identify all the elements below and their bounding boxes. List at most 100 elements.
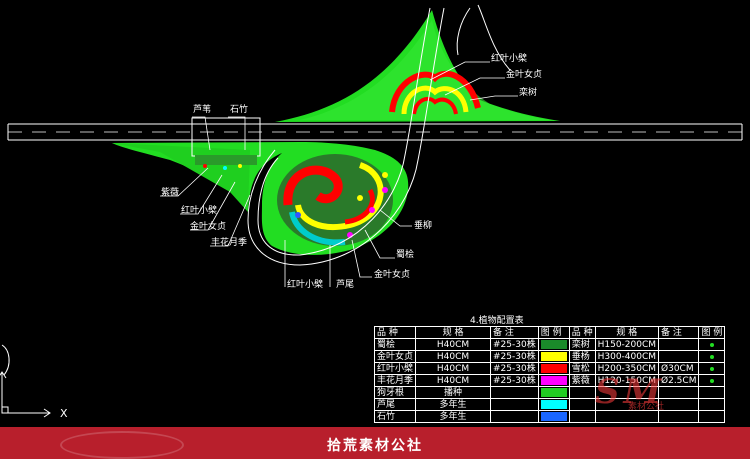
header-cell: 备 注	[658, 326, 700, 339]
legend-cell	[698, 374, 726, 387]
highway	[7, 123, 743, 141]
label-golden-privet-left: 金叶女贞	[190, 222, 227, 232]
table-row: 金叶女贞 H40CM #25-30株 垂杨 H300-400CM	[373, 350, 726, 363]
label-rose-left: 丰花月季	[211, 238, 248, 248]
label-red-leaf-barberry-left: 红叶小檗	[181, 206, 218, 216]
table-cell: 紫薇	[568, 374, 596, 387]
table-cell	[490, 410, 539, 423]
legend-cell	[537, 386, 570, 399]
legend-dot	[709, 342, 714, 347]
lower-island-tail	[112, 143, 250, 212]
table-cell: 芦尾	[373, 398, 417, 411]
table-cell: #25-30株	[490, 362, 539, 375]
table-cell	[568, 398, 596, 411]
table-cell: 垂杨	[568, 350, 596, 363]
table-cell: 红叶小檗	[373, 362, 417, 375]
table-cell: 丰花月季	[373, 374, 417, 387]
table-cell: 蜀桧	[373, 338, 417, 351]
header-cell: 规 格	[594, 326, 660, 339]
header-cell: 图 例	[537, 326, 570, 339]
table-cell: 狗牙根	[373, 386, 417, 399]
table-cell	[568, 386, 596, 399]
plant-table: 品 种 规 格 备 注 图 例 品 种 规 格 备 注 图 例 蜀桧 H40CM #…	[373, 326, 726, 423]
legend-dot	[709, 354, 714, 359]
legend-dot	[709, 366, 714, 371]
table-cell: #25-30株	[490, 350, 539, 363]
legend-swatch	[540, 351, 567, 361]
table-cell: H40CM	[415, 350, 492, 363]
table-cell: 多年生	[415, 410, 492, 423]
legend-cell	[698, 386, 726, 399]
table-row: 石竹 多年生	[373, 410, 726, 423]
swirl-blue-1	[295, 212, 301, 218]
table-cell	[490, 398, 539, 411]
label-red-leaf-barberry-top: 红叶小檗	[491, 54, 528, 64]
label-red-leaf-barberry-bottom: 红叶小檗	[287, 280, 324, 290]
legend-cell	[537, 374, 570, 387]
table-cell: 播种	[415, 386, 492, 399]
header-cell: 规 格	[415, 326, 492, 339]
table-cell	[658, 410, 700, 423]
header-cell: 品 种	[373, 326, 417, 339]
legend-cell	[537, 350, 570, 363]
legend-cell	[537, 410, 570, 423]
table-cell: 栾树	[568, 338, 596, 351]
label-golden-privet-top: 金叶女贞	[506, 70, 543, 80]
legend-swatch	[540, 375, 567, 385]
table-row: 芦尾 多年生	[373, 398, 726, 411]
table-cell	[658, 338, 700, 351]
table-cell	[658, 350, 700, 363]
table-cell: 金叶女贞	[373, 350, 417, 363]
axis-x-label: X	[60, 407, 68, 420]
table-cell: #25-30株	[490, 338, 539, 351]
table-row: 狗牙根 播种	[373, 386, 726, 399]
table-cell: 石竹	[373, 410, 417, 423]
label-reed-bottom: 芦尾	[336, 280, 355, 290]
header-cell: 备 注	[490, 326, 539, 339]
table-row: 红叶小檗 H40CM #25-30株 雪松 H200-350CM Ø30CM	[373, 362, 726, 375]
label-willow-right: 垂柳	[414, 221, 433, 231]
table-cell: H150-200CM	[594, 338, 660, 351]
table-cell: 多年生	[415, 398, 492, 411]
table-cell	[594, 410, 660, 423]
label-reed-top: 芦苇	[193, 105, 212, 115]
swirl-magenta-2	[369, 207, 375, 213]
label-crape-left: 紫薇	[161, 188, 180, 198]
table-row: 蜀桧 H40CM #25-30株 栾树 H150-200CM	[373, 338, 726, 351]
header-cell: 图 例	[698, 326, 726, 339]
legend-cell	[698, 350, 726, 363]
legend-cell	[698, 410, 726, 423]
table-cell: H40CM	[415, 374, 492, 387]
legend-cell	[537, 398, 570, 411]
label-golden-privet-bottom: 金叶女贞	[374, 270, 411, 280]
label-ginkgo-top: 栾树	[519, 88, 538, 98]
ucs-icon	[0, 344, 51, 418]
header-cell: 品 种	[568, 326, 596, 339]
table-cell	[490, 386, 539, 399]
table-cell: H40CM	[415, 362, 492, 375]
legend-cell	[698, 398, 726, 411]
table-row: 丰花月季 H40CM #25-30株 紫薇 H120-150CM Ø2.5CM	[373, 374, 726, 387]
swirl-yellow-1	[382, 172, 388, 178]
legend-cell	[698, 338, 726, 351]
legend-cell	[537, 338, 570, 351]
legend-cell	[698, 362, 726, 375]
table-cell: 雪松	[568, 362, 596, 375]
legend-swatch	[540, 339, 567, 349]
legend-swatch	[540, 363, 567, 373]
table-cell: H300-400CM	[594, 350, 660, 363]
table-header-row: 品 种 规 格 备 注 图 例 品 种 规 格 备 注 图 例	[373, 326, 726, 339]
label-cypress-right: 蜀桧	[396, 250, 415, 260]
legend-swatch	[540, 411, 567, 421]
legend-swatch	[540, 399, 567, 409]
legend-cell	[537, 362, 570, 375]
label-stone-bamboo-top: 石竹	[230, 105, 249, 115]
table-cell: #25-30株	[490, 374, 539, 387]
legend-swatch	[540, 387, 567, 397]
table-cell	[568, 410, 596, 423]
table-title: 4.植物配置表	[470, 316, 524, 326]
swirl-magenta-1	[382, 187, 388, 193]
watermark-sub: 素材公社	[628, 402, 665, 412]
footer-banner: 拾荒素材公社	[0, 427, 750, 459]
table-cell: H40CM	[415, 338, 492, 351]
